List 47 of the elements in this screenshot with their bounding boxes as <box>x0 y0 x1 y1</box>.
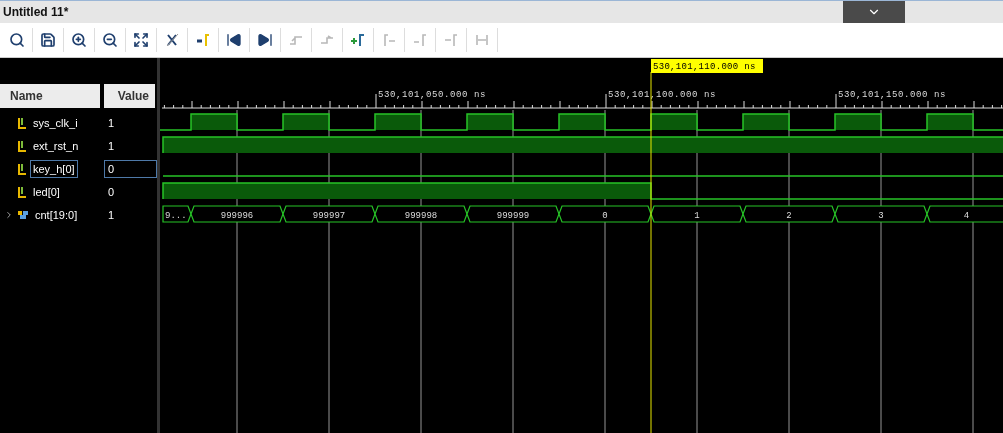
expand-chevron-icon[interactable] <box>4 209 14 220</box>
time-label: 530,101,100.000 ns <box>608 90 717 100</box>
cursor-marker-icon <box>195 32 211 48</box>
bus-value: 999999 <box>466 205 560 223</box>
signal-name[interactable]: cnt[19:0] <box>32 205 81 224</box>
time-label: 530,101,050.000 ns <box>378 90 487 100</box>
signal-name[interactable]: led[0] <box>30 182 63 201</box>
signal-icon <box>17 116 27 129</box>
time-label: 530,101,150.000 ns <box>838 90 947 100</box>
bus-value: 3 <box>834 205 928 223</box>
signal-icon <box>17 139 27 152</box>
zoom-fit-icon <box>133 32 149 48</box>
bus-value: 1 <box>650 205 744 223</box>
signal-name[interactable]: sys_clk_i <box>30 113 81 132</box>
go-to-end-icon <box>257 32 273 48</box>
bus-value: 9... <box>162 205 192 223</box>
bus-value: 2 <box>742 205 836 223</box>
add-marker-icon <box>350 32 366 48</box>
column-header[interactable]: Value <box>104 84 155 108</box>
bus-value: 0 <box>558 205 652 223</box>
signal-icon <box>17 162 27 175</box>
signal-value: 1 <box>106 207 116 223</box>
window-title: Untitled 11* <box>2 5 69 19</box>
zoom-in-icon <box>71 32 87 48</box>
bus-value: 999997 <box>282 205 376 223</box>
signal-value: 0 <box>106 184 116 200</box>
signal-value: 1 <box>106 115 116 131</box>
zoom-out-icon <box>102 32 118 48</box>
cursor-line[interactable] <box>650 71 652 433</box>
next-marker-icon <box>412 32 428 48</box>
crossed-marker-icon <box>164 32 180 48</box>
signal-name[interactable]: ext_rst_n <box>30 136 82 155</box>
signal-value: 1 <box>106 138 116 154</box>
marker-span-icon <box>474 32 490 48</box>
bus-value: 4 <box>926 205 1003 223</box>
signal-icon <box>17 185 27 198</box>
previous-marker-icon <box>381 32 397 48</box>
bus-value: 999998 <box>374 205 468 223</box>
column-header[interactable]: Name <box>0 84 100 108</box>
remove-marker-icon <box>443 32 459 48</box>
signal-name[interactable]: key_h[0] <box>30 159 78 178</box>
go-to-start-icon <box>226 32 242 48</box>
search-icon <box>9 32 25 48</box>
signal-value: 0 <box>103 159 157 178</box>
cursor-time-label: 530,101,110.000 ns <box>651 59 763 73</box>
bus-icon <box>17 209 29 220</box>
save-icon <box>40 32 56 48</box>
